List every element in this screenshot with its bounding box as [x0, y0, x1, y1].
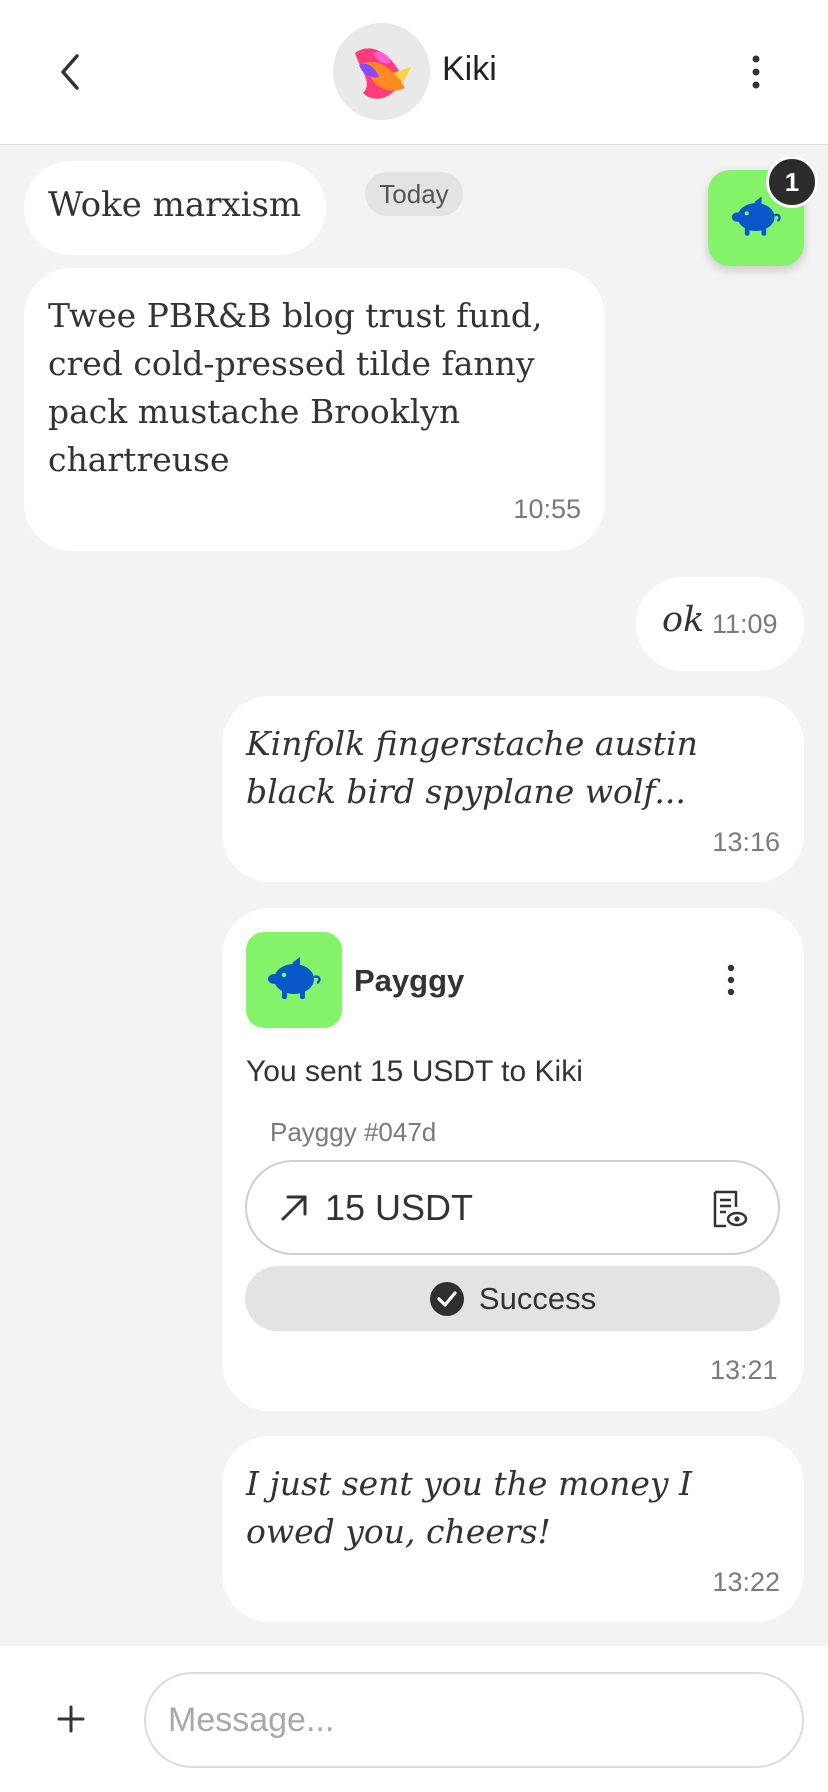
vertical-ellipsis-icon [727, 964, 735, 996]
message-time: 13:16 [712, 827, 780, 857]
payment-amount: 15 USDT [325, 1187, 474, 1228]
payment-amount-pill[interactable]: 15 USDT [245, 1160, 780, 1255]
message-bubble-incoming[interactable]: Woke marxism [24, 161, 326, 255]
message-input[interactable] [144, 1672, 804, 1768]
payment-description: You sent 15 USDT to Kiki [246, 1055, 583, 1088]
chevron-left-icon [61, 54, 79, 90]
back-button[interactable] [40, 40, 100, 104]
message-bubble-incoming[interactable]: Twee PBR&B blog trust fund, cred cold-pr… [24, 268, 605, 551]
piggy-bank-icon [268, 957, 321, 999]
check-circle-icon [429, 1281, 464, 1316]
more-options-button[interactable] [730, 40, 782, 104]
payment-status-pill: Success [245, 1266, 780, 1331]
plus-icon [57, 1705, 85, 1733]
date-separator: Today [365, 172, 463, 216]
message-text: Kinfolk fingerstache austin black bird s… [246, 724, 698, 811]
message-time: 13:22 [712, 1567, 780, 1597]
message-time: 10:55 [513, 494, 581, 524]
contact-name[interactable]: Kiki [442, 50, 497, 89]
message-text: Twee PBR&B blog trust fund, cred cold-pr… [48, 296, 543, 479]
contact-avatar[interactable] [333, 23, 430, 120]
message-bubble-outgoing[interactable]: ok 11:09 [636, 577, 804, 671]
receipt-view-icon[interactable] [712, 1189, 748, 1229]
piggy-bank-icon [731, 196, 781, 236]
payment-app-name: Payggy [354, 963, 465, 998]
attach-button[interactable] [46, 1690, 96, 1748]
payggy-app-icon [246, 932, 342, 1028]
payment-more-button[interactable] [716, 958, 746, 1002]
message-bubble-outgoing[interactable]: Kinfolk fingerstache austin black bird s… [222, 696, 804, 882]
message-text: Woke marxism [48, 185, 302, 225]
payment-status: Success [478, 1280, 597, 1316]
chat-header: Kiki [0, 0, 828, 145]
payment-reference: Payggy #047d [270, 1117, 437, 1147]
message-time: 11:09 [712, 609, 778, 639]
message-text: ok [662, 600, 705, 640]
vertical-ellipsis-icon [752, 55, 760, 89]
message-bubble-outgoing[interactable]: I just sent you the money I owed you, ch… [222, 1436, 804, 1622]
notification-badge: 1 [766, 156, 818, 208]
arrow-up-right-icon [281, 1195, 307, 1221]
message-text: I just sent you the money I owed you, ch… [246, 1464, 693, 1551]
payment-time: 13:21 [710, 1355, 778, 1385]
